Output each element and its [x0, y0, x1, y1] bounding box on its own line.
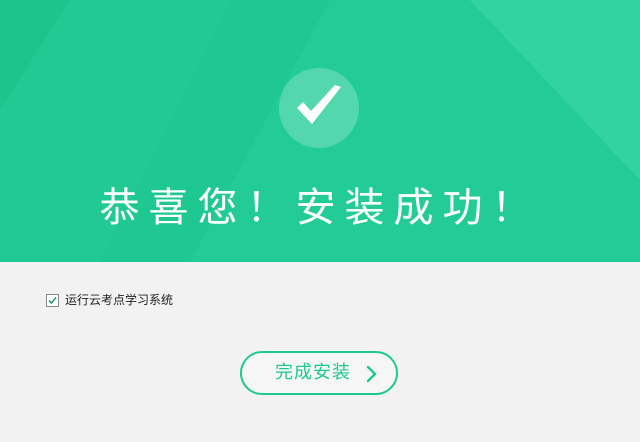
run-system-label: 运行云考点学习系统 — [65, 293, 174, 307]
checkmark-icon — [48, 296, 57, 304]
finish-install-button[interactable]: 完成安装 — [240, 351, 398, 395]
check-icon — [297, 85, 341, 124]
run-system-option[interactable]: 运行云考点学习系统 — [46, 291, 173, 309]
success-banner: 恭喜您！安装成功！ — [0, 0, 640, 262]
success-title: 恭喜您！安装成功！ — [99, 185, 541, 231]
run-system-checkbox[interactable] — [46, 293, 59, 307]
finish-install-label: 完成安装 — [275, 362, 351, 383]
success-icon-circle — [279, 68, 359, 148]
chevron-right-icon — [366, 365, 377, 383]
